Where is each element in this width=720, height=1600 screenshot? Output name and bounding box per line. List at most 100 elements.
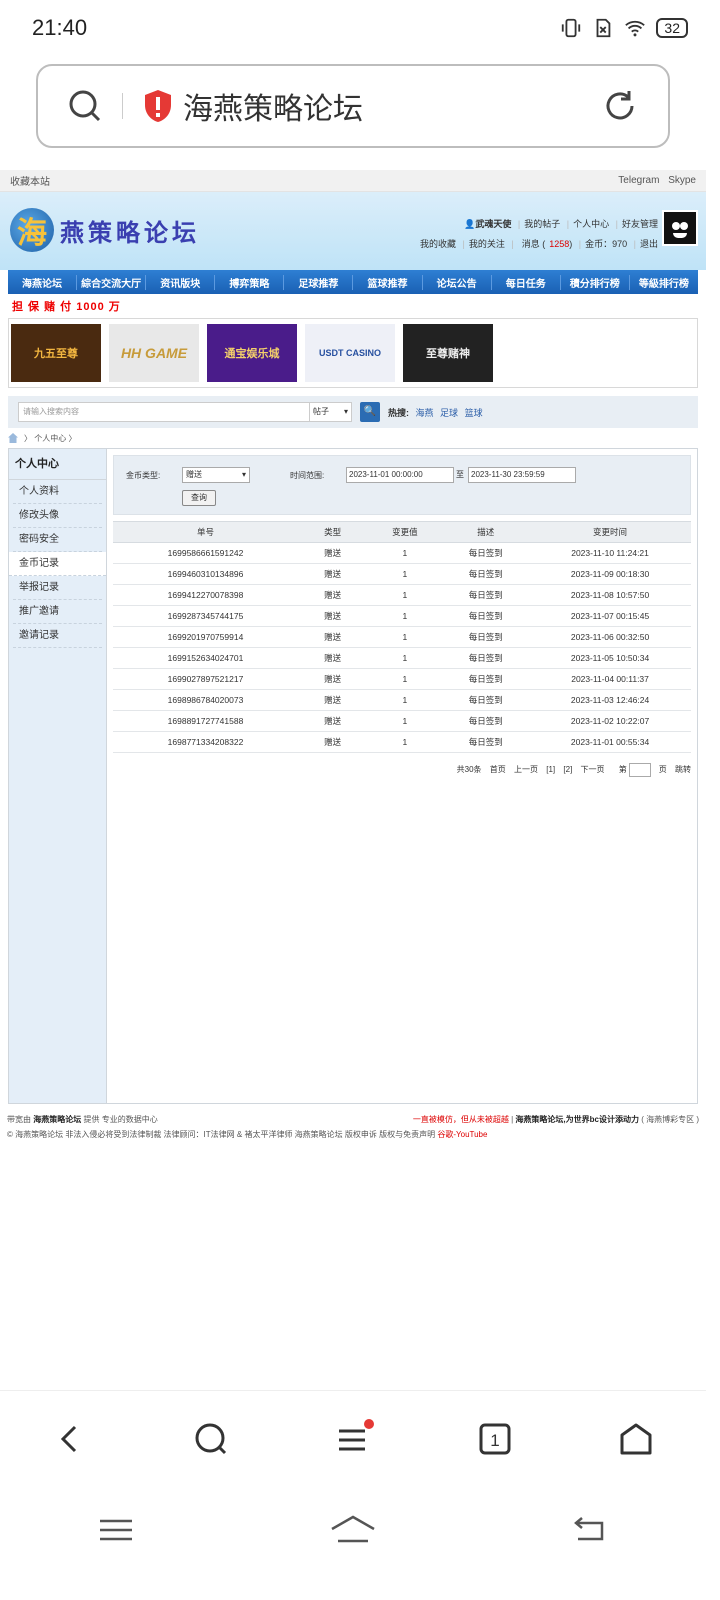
browser-toolbar: 1 xyxy=(0,1390,706,1486)
logo-text: 燕策略论坛 xyxy=(60,217,200,247)
nav-item[interactable]: 资讯版块 xyxy=(146,274,216,290)
crown-badge-icon[interactable]: 九五至尊 xyxy=(11,324,101,382)
cell-order-id: 1698986784020073 xyxy=(113,689,298,711)
address-bar[interactable]: 海燕策略论坛 xyxy=(36,64,670,148)
nav-item[interactable]: 足球推荐 xyxy=(284,274,354,290)
nav-item[interactable]: 搏弈策略 xyxy=(215,274,285,290)
my-posts-link[interactable]: 我的帖子 xyxy=(524,219,560,229)
prev-page-link[interactable]: 上一页 xyxy=(514,765,538,774)
end-date-input[interactable]: 2023-11-30 23:59:59 xyxy=(468,467,576,483)
casino-chip-icon[interactable]: 通宝娱乐城 xyxy=(207,324,297,382)
site-logo[interactable]: 海 燕策略论坛 xyxy=(10,208,200,252)
footer-brand[interactable]: 海燕策略论坛 xyxy=(33,1115,81,1124)
coin-type-label: 金币类型: xyxy=(126,471,161,480)
nav-item[interactable]: 每日任务 xyxy=(492,274,561,290)
cell-change: 1 xyxy=(367,647,443,669)
nav-item[interactable]: 海燕论坛 xyxy=(8,274,78,290)
menu-icon[interactable] xyxy=(331,1417,375,1461)
home-icon[interactable] xyxy=(8,433,18,443)
nav-item[interactable]: 论坛公告 xyxy=(423,274,492,290)
site-footer: 带宽由 海燕策略论坛 提供 专业的数据中心 一直被模仿，但从未被超越 | 海燕策… xyxy=(7,1115,699,1139)
col-desc: 描述 xyxy=(442,521,530,543)
start-date-input[interactable]: 2023-11-01 00:00:00 xyxy=(346,467,454,483)
battery-icon: 32 xyxy=(656,18,688,38)
usdt-casino-logo[interactable]: USDT CASINO xyxy=(305,324,395,382)
hot-search-item[interactable]: 足球 xyxy=(440,408,458,418)
sidebar-item-avatar[interactable]: 修改头像 xyxy=(13,504,102,528)
cell-type: 赠送 xyxy=(297,710,368,732)
hot-search-item[interactable]: 篮球 xyxy=(465,408,483,418)
reload-icon[interactable] xyxy=(602,88,638,124)
cell-type: 赠送 xyxy=(297,542,368,564)
breadcrumb-current[interactable]: 个人中心 xyxy=(34,433,66,444)
sidebar: 个人中心 个人资料 修改头像 密码安全 金币记录 举报记录 推广邀请 邀请记录 xyxy=(9,449,107,1103)
telegram-link[interactable]: Telegram xyxy=(618,175,659,186)
my-fav-link[interactable]: 我的收藏 xyxy=(420,239,456,249)
table-row: 1699586661591242 赠送 1 每日签到 2023-11-10 11:24:… xyxy=(113,542,691,564)
main-nav: 海燕论坛 綜合交流大厅 资讯版块 搏弈策略 足球推荐 篮球推荐 论坛公告 每日任务 積分排行榜等… xyxy=(8,270,698,294)
system-back-icon[interactable] xyxy=(570,1515,610,1545)
cell-time: 2023-11-09 00:18:30 xyxy=(529,563,691,585)
search-button[interactable]: 🔍 xyxy=(360,402,380,422)
query-button[interactable]: 查询 xyxy=(182,490,216,506)
back-icon[interactable] xyxy=(50,1419,90,1459)
cell-time: 2023-11-05 10:50:34 xyxy=(529,647,691,669)
table-row: 1699412270078398 赠送 1 每日签到 2023-11-08 10:57:… xyxy=(113,584,691,606)
dice-banner-icon[interactable]: 至尊赌神 xyxy=(403,324,493,382)
nav-item[interactable]: 篮球推荐 xyxy=(353,274,423,290)
username[interactable]: 武魂天使 xyxy=(475,219,511,229)
hh-game-logo[interactable]: HH GAME xyxy=(109,324,199,382)
avatar[interactable] xyxy=(662,210,698,246)
sidebar-item-invite-records[interactable]: 邀请记录 xyxy=(13,624,102,648)
logo-mark: 海 xyxy=(10,208,54,252)
coin-type-select[interactable]: 赠送 xyxy=(182,467,250,483)
search-icon[interactable] xyxy=(68,89,102,123)
next-page-link[interactable]: 下一页 xyxy=(581,765,605,774)
sidebar-title: 个人中心 xyxy=(9,449,106,480)
shield-warning-icon[interactable] xyxy=(143,89,173,123)
page-1-link[interactable]: [1] xyxy=(546,765,555,774)
cell-change: 1 xyxy=(367,668,443,690)
hot-search-item[interactable]: 海燕 xyxy=(416,408,434,418)
cell-time: 2023-11-04 00:11:37 xyxy=(529,668,691,690)
logout-link[interactable]: 退出 xyxy=(640,239,658,249)
cell-change: 1 xyxy=(367,731,443,753)
system-home-icon[interactable] xyxy=(328,1513,378,1547)
cell-time: 2023-11-06 00:32:50 xyxy=(529,626,691,648)
sidebar-item-reports[interactable]: 举报记录 xyxy=(13,576,102,600)
nav-item[interactable]: 積分排行榜 xyxy=(561,274,630,290)
skype-link[interactable]: Skype xyxy=(668,175,696,186)
page-jump-input[interactable] xyxy=(628,763,651,777)
cell-time: 2023-11-08 10:57:50 xyxy=(529,584,691,606)
home-icon[interactable] xyxy=(616,1419,656,1459)
cell-change: 1 xyxy=(367,542,443,564)
cell-desc: 每日签到 xyxy=(442,626,530,648)
cell-order-id: 1698891727741588 xyxy=(113,710,298,732)
sidebar-item-referral[interactable]: 推广邀请 xyxy=(13,600,102,624)
footer-youtube-link[interactable]: 谷歌-YouTube xyxy=(437,1130,487,1139)
friends-link[interactable]: 好友管理 xyxy=(622,219,658,229)
my-follow-link[interactable]: 我的关注 xyxy=(469,239,505,249)
coin-balance: 金币：970 xyxy=(585,239,628,249)
search-icon[interactable] xyxy=(191,1419,231,1459)
search-input[interactable]: 请输入搜索内容 xyxy=(18,402,310,422)
sidebar-item-profile[interactable]: 个人资料 xyxy=(13,480,102,504)
jump-button[interactable]: 跳转 xyxy=(675,765,691,774)
sidebar-item-coin-records[interactable]: 金币记录 xyxy=(9,552,106,576)
cell-time: 2023-11-07 00:15:45 xyxy=(529,605,691,627)
bookmark-site-link[interactable]: 收藏本站 xyxy=(10,173,50,188)
user-icon: 👤 xyxy=(464,219,476,229)
first-page-link[interactable]: 首页 xyxy=(490,765,506,774)
page-2-link[interactable]: [2] xyxy=(563,765,572,774)
cell-order-id: 1699152634024701 xyxy=(113,647,298,669)
sidebar-item-password[interactable]: 密码安全 xyxy=(13,528,102,552)
recent-apps-icon[interactable] xyxy=(96,1515,136,1545)
tabs-icon[interactable]: 1 xyxy=(475,1419,515,1459)
cell-change: 1 xyxy=(367,626,443,648)
search-type-select[interactable]: 帖子 xyxy=(310,402,352,422)
nav-item[interactable]: 等級排行榜 xyxy=(630,275,698,290)
cell-type: 赠送 xyxy=(297,605,368,627)
nav-item[interactable]: 綜合交流大厅 xyxy=(77,274,147,290)
messages-link[interactable]: 消息 (1258) xyxy=(518,239,573,249)
user-center-link[interactable]: 个人中心 xyxy=(573,219,609,229)
